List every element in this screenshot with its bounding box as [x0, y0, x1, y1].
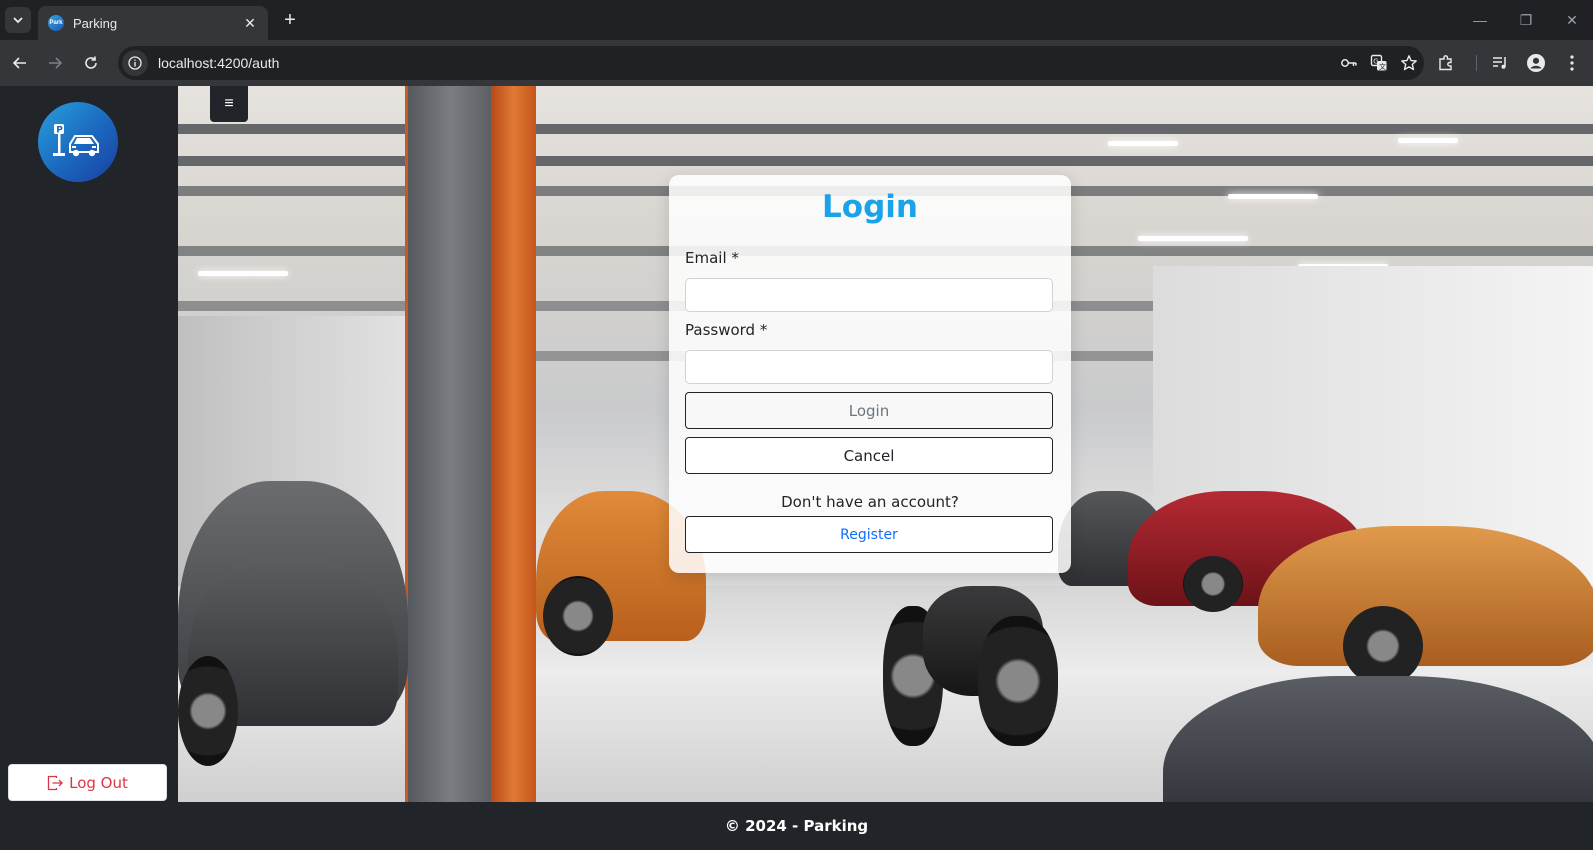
kebab-menu-icon[interactable] [1560, 51, 1584, 75]
key-icon[interactable] [1334, 48, 1364, 78]
browser-toolbar: localhost:4200/auth 文G [0, 40, 1593, 86]
cancel-button[interactable]: Cancel [685, 437, 1053, 474]
hamburger-icon: ≡ [224, 95, 234, 112]
login-button[interactable]: Login [685, 392, 1053, 429]
window-close-icon[interactable]: ✕ [1562, 10, 1582, 30]
new-tab-button[interactable]: + [278, 8, 302, 32]
forward-icon[interactable] [43, 51, 67, 75]
tab-title: Parking [73, 15, 118, 31]
toolbar-separator [1476, 55, 1477, 71]
translate-icon[interactable]: 文G [1364, 48, 1394, 78]
email-field[interactable] [685, 278, 1053, 312]
register-button[interactable]: Register [685, 516, 1053, 553]
back-icon[interactable] [8, 51, 32, 75]
password-field[interactable] [685, 350, 1053, 384]
extensions-icon[interactable] [1434, 51, 1458, 75]
svg-text:G: G [1373, 58, 1378, 66]
hamburger-menu-button[interactable]: ≡ [210, 86, 248, 122]
tab-dropdown-button[interactable] [5, 7, 31, 33]
close-icon[interactable]: ✕ [242, 15, 258, 31]
account-prompt: Don't have an account? [781, 493, 959, 511]
site-info-icon[interactable] [122, 50, 148, 76]
logout-icon [47, 775, 64, 790]
logout-label: Log Out [69, 773, 128, 792]
profile-icon[interactable] [1524, 51, 1548, 75]
tab-dropdown-icon [13, 17, 23, 24]
url-text[interactable]: localhost:4200/auth [158, 55, 1334, 71]
plus-icon: + [284, 8, 296, 31]
restore-icon[interactable]: ❐ [1516, 10, 1536, 30]
star-icon[interactable] [1394, 48, 1424, 78]
parking-logo-icon[interactable]: P [38, 102, 118, 182]
login-title: Login [822, 189, 918, 225]
footer: © 2024 - Parking [0, 802, 1593, 850]
svg-text:文: 文 [1379, 62, 1386, 71]
logout-button[interactable]: Log Out [8, 764, 167, 801]
address-bar[interactable]: localhost:4200/auth 文G [118, 46, 1424, 80]
favicon-icon: Park [48, 15, 64, 31]
sidebar: P Log Out [0, 86, 178, 850]
footer-copyright: © 2024 - Parking [724, 817, 869, 835]
reload-icon[interactable] [79, 51, 103, 75]
minimize-icon[interactable]: — [1470, 10, 1490, 30]
media-icon[interactable] [1488, 51, 1512, 75]
main-content: ≡ Login Email * Password * Login Cancel … [178, 86, 1593, 802]
browser-tab[interactable]: Park Parking ✕ [38, 6, 268, 40]
tab-strip: Park Parking ✕ + — ❐ ✕ [0, 0, 1593, 40]
login-card: Login Email * Password * Login Cancel Do… [669, 175, 1071, 573]
password-label: Password * [685, 321, 768, 339]
email-label: Email * [685, 249, 739, 267]
